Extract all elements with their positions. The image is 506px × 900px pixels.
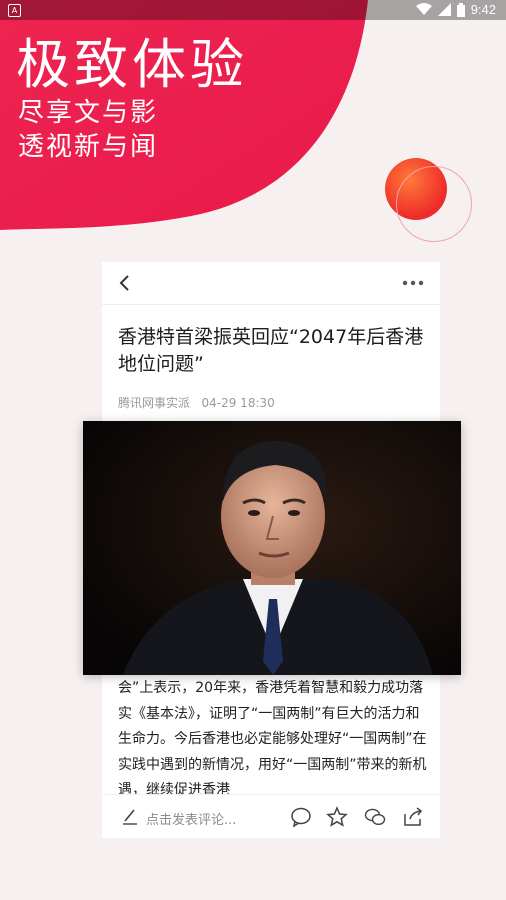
portrait-illustration — [83, 421, 461, 675]
hero-subtitle-2: 透视新与闻 — [18, 132, 159, 162]
article-photo — [83, 421, 461, 675]
comment-input[interactable]: 点击发表评论... — [146, 809, 236, 828]
app-notification-icon: A — [8, 4, 21, 17]
article-body: 会”上表示，20年来，香港凭着智慧和毅力成功落实《基本法》，证明了“一国两制”有… — [118, 680, 427, 798]
hero-title: 极致体验 — [16, 33, 248, 96]
pen-icon — [123, 809, 137, 825]
status-time: 9:42 — [470, 2, 496, 17]
back-arrow-icon[interactable] — [116, 273, 134, 293]
share-icon[interactable] — [402, 806, 424, 828]
article-meta: 腾讯网事实派 04-29 18:30 — [118, 394, 275, 411]
wifi-icon — [415, 3, 432, 15]
article-toolbar — [102, 262, 440, 305]
article-datetime: 04-29 18:30 — [201, 396, 275, 410]
status-bar: A 9:42 — [0, 0, 506, 20]
wechat-share-icon[interactable] — [364, 806, 386, 828]
comment-bar: 点击发表评论... — [102, 794, 440, 838]
decorative-orb-ring — [396, 166, 472, 242]
star-icon[interactable] — [326, 806, 348, 828]
hero-subtitle-1: 尽享文与影 — [18, 98, 159, 128]
article-headline: 香港特首梁振英回应“2047年后香港地位问题” — [118, 326, 424, 375]
signal-icon — [437, 3, 451, 16]
comment-bubble-icon[interactable] — [290, 806, 312, 828]
battery-icon — [456, 2, 465, 17]
article-source: 腾讯网事实派 — [118, 396, 191, 410]
more-options-icon[interactable] — [402, 280, 424, 286]
